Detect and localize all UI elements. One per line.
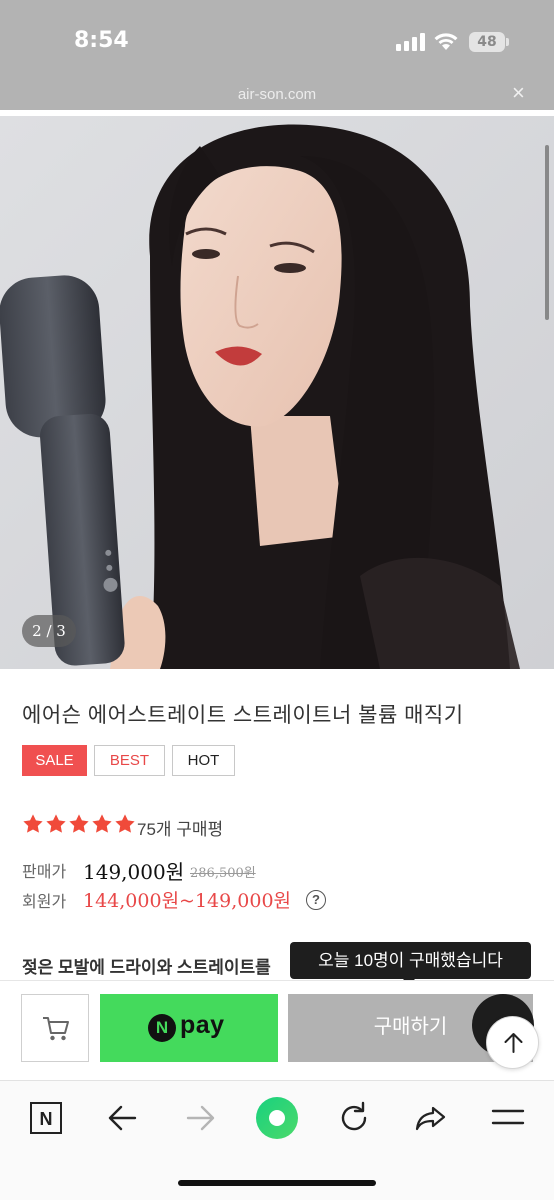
url-bar[interactable]: air-son.com bbox=[0, 86, 554, 103]
review-count-link[interactable]: 75개 구매평 bbox=[137, 815, 223, 840]
npay-label: pay bbox=[180, 1011, 225, 1039]
scroll-top-button[interactable] bbox=[486, 1016, 539, 1069]
star-icon bbox=[23, 814, 43, 833]
menu-button[interactable] bbox=[488, 1099, 528, 1137]
battery-icon: 48 bbox=[469, 32, 505, 52]
share-button[interactable] bbox=[411, 1099, 451, 1137]
naver-n-icon: N bbox=[30, 1102, 62, 1134]
help-icon[interactable]: ? bbox=[306, 890, 326, 910]
scroll-indicator bbox=[545, 145, 549, 320]
product-image[interactable] bbox=[0, 116, 554, 669]
back-button[interactable] bbox=[103, 1099, 143, 1137]
greendot-button[interactable] bbox=[255, 1096, 299, 1140]
green-dot-icon bbox=[256, 1097, 298, 1139]
star-icon bbox=[46, 814, 66, 833]
forward-arrow-icon bbox=[186, 1105, 215, 1131]
home-indicator bbox=[178, 1180, 376, 1186]
price-label: 판매가 bbox=[22, 864, 67, 881]
rating-stars bbox=[22, 813, 136, 835]
close-icon[interactable]: × bbox=[512, 80, 525, 106]
npay-button[interactable]: N pay bbox=[100, 994, 278, 1062]
share-icon bbox=[415, 1106, 446, 1131]
star-icon bbox=[115, 814, 135, 833]
sale-price: 149,000원 bbox=[83, 860, 185, 884]
battery-nub bbox=[506, 38, 509, 46]
sale-badge: SALE bbox=[22, 745, 87, 776]
purchase-count-tooltip: 오늘 10명이 구매했습니다 bbox=[290, 942, 531, 979]
naver-home-button[interactable]: N bbox=[26, 1099, 66, 1137]
product-photo-illustration bbox=[0, 116, 554, 669]
member-price-label: 회원가 bbox=[22, 894, 67, 911]
cellular-signal-icon bbox=[396, 33, 426, 51]
hamburger-menu-icon bbox=[491, 1109, 525, 1125]
back-arrow-icon bbox=[108, 1105, 137, 1131]
status-time: 8:54 bbox=[74, 28, 129, 53]
refresh-button[interactable] bbox=[334, 1099, 374, 1137]
cart-button[interactable] bbox=[21, 994, 89, 1062]
naver-n-icon: N bbox=[148, 1014, 176, 1042]
product-description: 젖은 모발에 드라이와 스트레이트를 bbox=[22, 958, 271, 977]
forward-button[interactable] bbox=[180, 1099, 220, 1137]
hot-badge: HOT bbox=[172, 745, 235, 776]
n-glyph: N bbox=[40, 1109, 53, 1129]
original-price: 286,500원 bbox=[190, 866, 256, 881]
member-price: 144,000원~149,000원 bbox=[83, 890, 292, 912]
product-title: 에어슨 에어스트레이트 스트레이트너 볼륨 매직기 bbox=[22, 704, 464, 727]
image-page-indicator: 2 / 3 bbox=[22, 615, 76, 647]
best-badge: BEST bbox=[94, 745, 165, 776]
arrow-up-icon bbox=[504, 1033, 523, 1053]
wifi-icon bbox=[434, 33, 458, 50]
star-icon bbox=[69, 814, 89, 833]
refresh-icon bbox=[341, 1101, 367, 1131]
cart-icon bbox=[43, 1017, 69, 1041]
star-icon bbox=[92, 814, 112, 833]
